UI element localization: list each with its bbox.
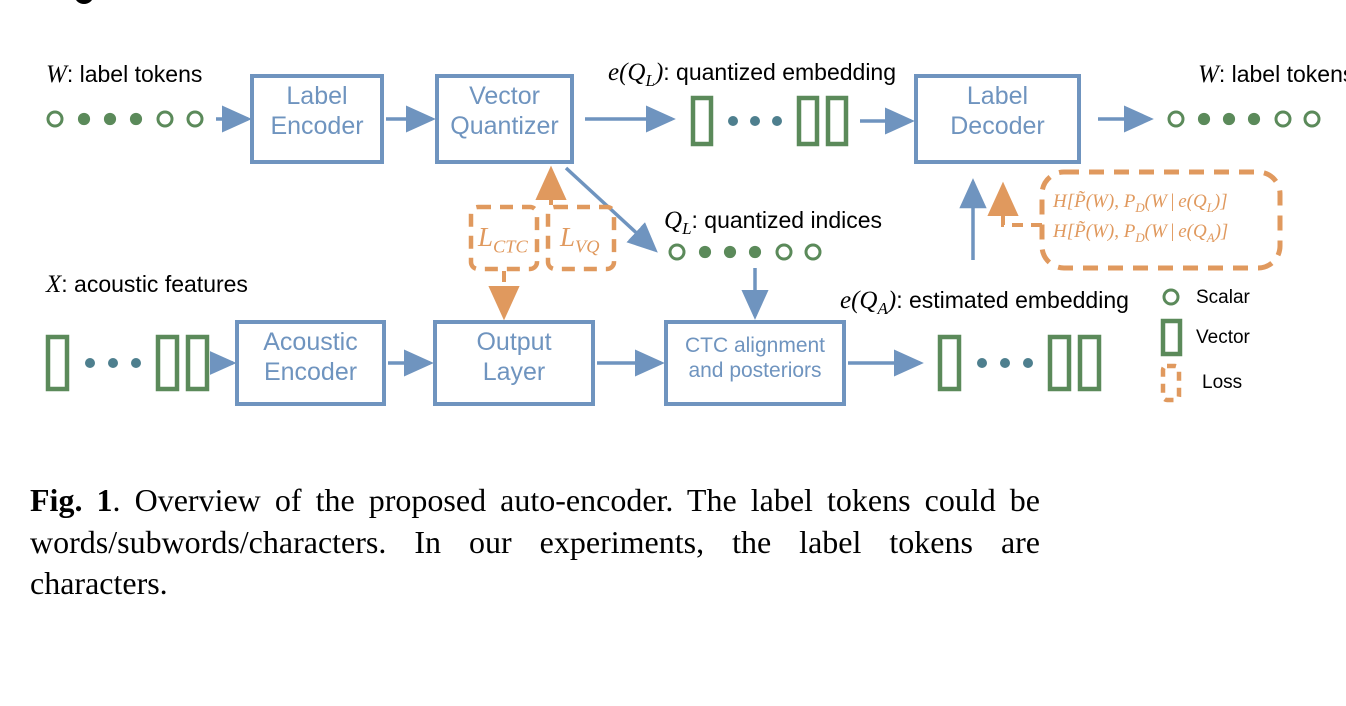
symbol-e-q: e(Q xyxy=(608,59,646,86)
symbol-subscript: A xyxy=(877,299,888,318)
token-row-output xyxy=(1167,110,1321,128)
block-line2: Layer xyxy=(482,357,546,386)
block-line1: Acoustic xyxy=(263,328,358,356)
loss-symbol: L xyxy=(478,222,494,252)
annotation-w-label-tokens-input: W: label tokens xyxy=(46,62,202,87)
vector-row-acoustic-features xyxy=(45,334,210,392)
token-row-quantized-indices xyxy=(668,243,822,261)
symbol-tail: ) xyxy=(887,287,897,314)
legend-label-scalar: Scalar xyxy=(1196,287,1250,308)
annotation-eqa-estimated-embedding: e(QA): estimated embedding xyxy=(840,288,1129,317)
block-line2: Encoder xyxy=(263,357,358,386)
loss-line-1: H[P̃(W), PD(W | e(QL)] xyxy=(1053,191,1228,215)
loss-label-vq: LVQ xyxy=(560,222,600,257)
loss-label-decoder: H[P̃(W), PD(W | e(QL)] H[P̃(W), PD(W | e… xyxy=(1053,188,1228,247)
symbol-q: Q xyxy=(664,207,683,234)
annotation-x-acoustic-features: X: acoustic features xyxy=(46,272,248,297)
figure-caption: Fig. 1. Overview of the proposed auto-en… xyxy=(30,480,1040,605)
annotation-ql-quantized-indices: QL: quantized indices xyxy=(664,208,882,237)
annotation-text: : label tokens xyxy=(1218,61,1346,87)
block-line1: Vector xyxy=(469,82,540,110)
legend-loss-icon xyxy=(1160,363,1182,403)
annotation-w-label-tokens-output: W: label tokens xyxy=(1198,62,1346,87)
block-label-output-layer: Output Layer xyxy=(435,328,593,387)
figure-container: Label Encoder Vector Quantizer Label Dec… xyxy=(0,0,1346,706)
block-label-vector-quantizer: Vector Quantizer xyxy=(437,82,572,141)
symbol-e-q: e(Q xyxy=(840,287,878,314)
block-line1: CTC alignment xyxy=(684,334,826,357)
legend-scalar-icon xyxy=(1162,288,1180,306)
block-line1: Label xyxy=(966,82,1029,110)
block-label-label-encoder: Label Encoder xyxy=(252,82,382,141)
annotation-text: : label tokens xyxy=(66,61,203,87)
block-line2: and posteriors xyxy=(688,358,822,382)
annotation-text: : acoustic features xyxy=(61,271,248,297)
legend-vector-icon xyxy=(1160,318,1183,357)
arrow-decoder-loss-orange xyxy=(987,181,1042,227)
loss-line-2: H[P̃(W), PD(W | e(QA)] xyxy=(1053,220,1229,245)
vector-row-quantized-embedding xyxy=(690,95,849,147)
legend-label-loss: Loss xyxy=(1202,372,1243,393)
loss-subscript: CTC xyxy=(493,236,528,257)
token-row-input xyxy=(46,110,204,128)
block-label-acoustic-encoder: Acoustic Encoder xyxy=(237,328,384,387)
annotation-eql-quantized-embedding: e(QL): quantized embedding xyxy=(608,60,896,89)
block-line2: Encoder xyxy=(270,111,364,140)
symbol-x: X xyxy=(46,271,62,298)
symbol-w: W xyxy=(46,61,67,88)
annotation-text: : estimated embedding xyxy=(896,287,1129,313)
legend-label-vector: Vector xyxy=(1196,327,1250,348)
caption-label: Fig. 1 xyxy=(30,482,113,518)
vector-row-estimated-embedding xyxy=(937,334,1102,392)
block-line2: Quantizer xyxy=(450,111,559,140)
block-line2: Decoder xyxy=(950,111,1045,140)
block-line1: Label xyxy=(286,82,348,110)
block-line1: Output xyxy=(476,328,552,356)
loss-label-ctc: LCTC xyxy=(478,222,528,257)
block-label-ctc-alignment: CTC alignment and posteriors xyxy=(666,334,844,384)
symbol-subscript: L xyxy=(645,71,655,90)
annotation-text: : quantized embedding xyxy=(663,59,897,85)
loss-symbol: L xyxy=(560,222,576,252)
symbol-subscript: L xyxy=(682,219,692,238)
annotation-text: : quantized indices xyxy=(691,207,883,233)
caption-text: . Overview of the proposed auto-encoder.… xyxy=(30,482,1041,602)
symbol-w: W xyxy=(1198,61,1219,88)
block-label-label-decoder: Label Decoder xyxy=(916,82,1079,141)
loss-subscript: VQ xyxy=(575,236,600,257)
